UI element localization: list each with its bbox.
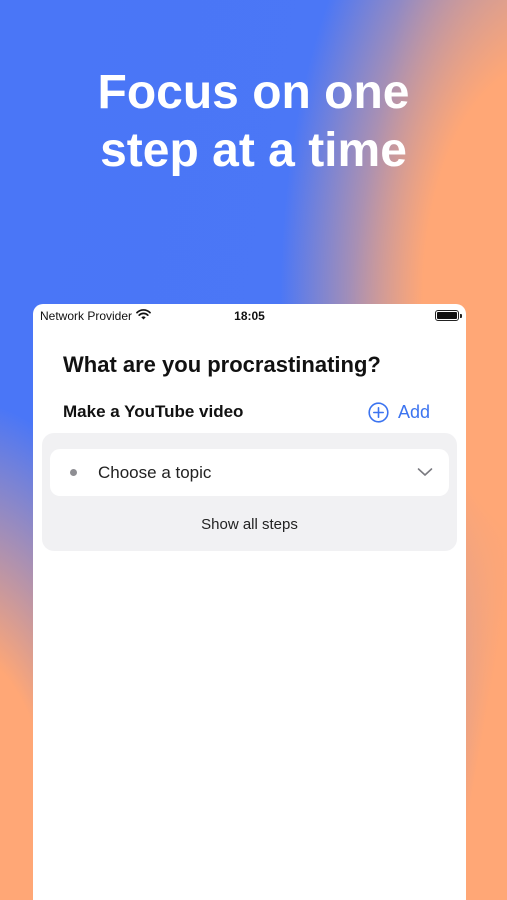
battery-icon xyxy=(435,310,462,321)
plus-circle-icon xyxy=(368,401,389,423)
page-title: What are you procrastinating? xyxy=(63,352,381,377)
headline: Focus on one step at a time xyxy=(0,64,507,180)
steps-card: Choose a topic Show all steps xyxy=(42,433,457,551)
bullet-icon xyxy=(70,469,77,476)
headline-line-1: Focus on one xyxy=(97,66,410,119)
add-label: Add xyxy=(397,401,430,422)
task-title: Make a YouTube video xyxy=(63,402,244,421)
step-item[interactable]: Choose a topic xyxy=(50,449,449,496)
status-bar: Network Provider 18:05 xyxy=(33,304,466,328)
phone-screen: Network Provider 18:05 What are you proc… xyxy=(33,304,466,900)
status-time: 18:05 xyxy=(234,309,265,323)
chevron-down-icon[interactable] xyxy=(417,464,433,482)
step-label: Choose a topic xyxy=(98,462,212,482)
task-header: Make a YouTube video Add xyxy=(63,400,430,424)
show-all-steps-button[interactable]: Show all steps xyxy=(42,516,457,533)
headline-line-2: step at a time xyxy=(100,124,407,177)
add-button[interactable]: Add xyxy=(368,402,430,423)
